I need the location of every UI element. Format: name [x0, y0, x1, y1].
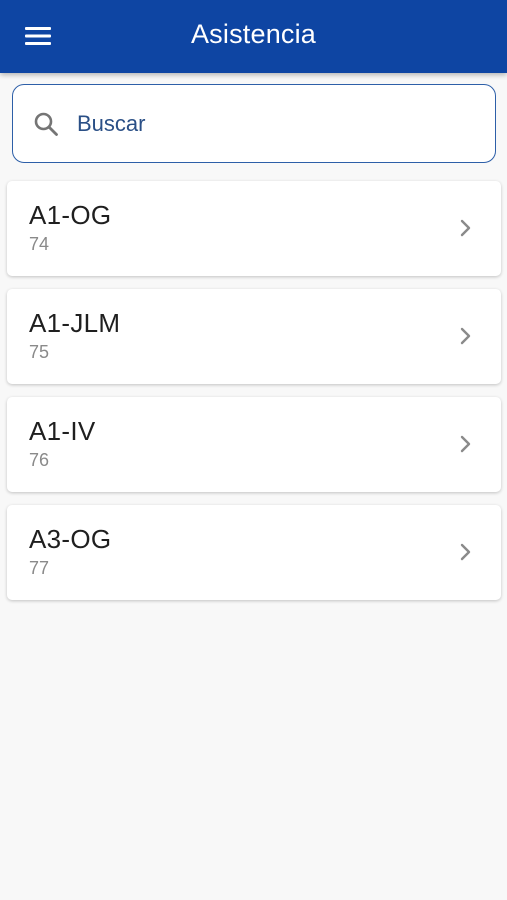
- list-item[interactable]: A1-IV 76: [7, 397, 501, 492]
- list-item-subtitle: 76: [29, 450, 50, 470]
- page-title: Asistencia: [190, 19, 317, 49]
- chevron-right-icon: [460, 543, 471, 561]
- group-list: A1-OG 74 A1-JLM 75 A1-IV 76 A3-OG 77: [7, 181, 501, 613]
- list-item[interactable]: A1-JLM 75: [7, 289, 501, 384]
- chevron-right-icon: [460, 219, 471, 237]
- list-item-subtitle: 74: [29, 234, 50, 254]
- list-item-title: A1-OG: [29, 200, 112, 230]
- chevron-right-icon: [460, 435, 471, 453]
- app-header: Asistencia: [0, 0, 507, 73]
- search-input[interactable]: [77, 103, 477, 145]
- list-item-title: A1-JLM: [29, 308, 121, 338]
- list-item[interactable]: A3-OG 77: [7, 505, 501, 600]
- list-item-title: A3-OG: [29, 524, 112, 554]
- search-bar[interactable]: [12, 84, 496, 163]
- list-item-title: A1-IV: [29, 416, 96, 446]
- chevron-right-icon: [460, 327, 471, 345]
- list-item-subtitle: 75: [29, 342, 50, 362]
- list-item-subtitle: 77: [29, 558, 50, 578]
- list-item[interactable]: A1-OG 74: [7, 181, 501, 276]
- search-icon: [34, 112, 58, 136]
